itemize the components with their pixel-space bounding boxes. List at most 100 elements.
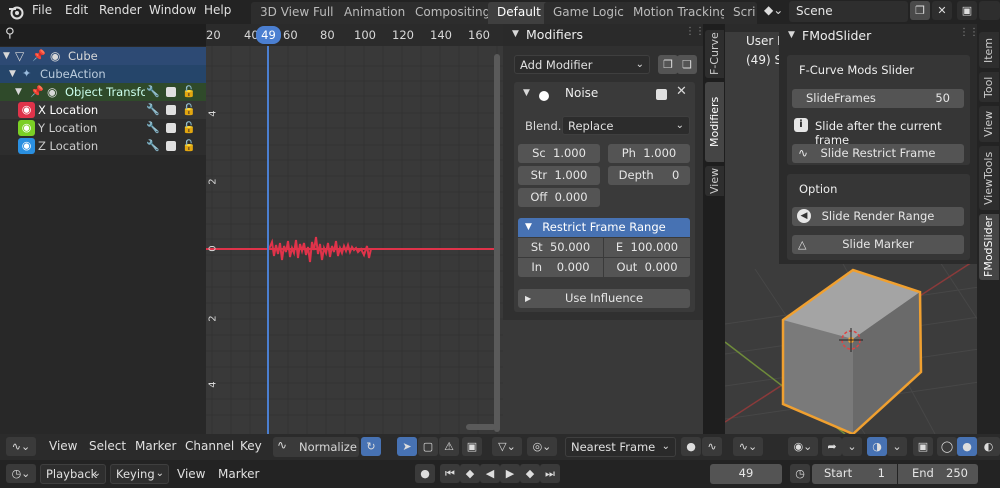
menu-help[interactable]: Help [204,3,231,17]
delete-scene-icon[interactable]: ✕ [932,1,952,20]
tab-animation[interactable]: Animation [335,2,415,24]
enable-checkbox[interactable] [166,87,176,97]
enable-checkbox[interactable] [166,105,176,115]
menu-edit[interactable]: Edit [65,3,88,17]
overlays-icon[interactable]: ◑ [867,437,887,456]
proportional-edit-icon[interactable]: ● [681,437,701,456]
playback-menu[interactable]: Playback ⌄ [40,464,106,484]
channel-row-cube[interactable]: ▼ ▽ 📌 ◉ Cube [0,47,206,65]
slide-restrict-frame-button[interactable]: ∿ Slide Restrict Frame [792,144,964,163]
new-scene-icon[interactable]: ❐ [910,1,930,20]
use-influence-toggle[interactable]: ▶ Use Influence [518,289,690,308]
graph-menu-key[interactable]: Key [240,439,262,453]
keying-menu[interactable]: Keying ⌄ [110,464,169,484]
current-frame-field[interactable]: 49 [710,464,782,484]
scene-selector[interactable]: Scene [789,1,908,22]
channel-row-z-location[interactable]: ◉ Z Location 🔧 🔓 [0,137,206,155]
prev-keyframe-icon[interactable]: ◆ [460,464,480,483]
start-frame-field[interactable]: Start 1 [812,464,897,484]
expand-arrow-icon[interactable]: ▼ [523,88,530,98]
blend-out-field[interactable]: Out 0.000 [604,258,690,277]
wrench-icon[interactable]: 🔧 [146,137,160,155]
tab-compositing[interactable]: Compositing [406,2,500,24]
visibility-eye-icon[interactable]: ◉⌄ [788,437,818,456]
play-icon[interactable]: ▶ [500,464,520,483]
pivot-point-icon[interactable]: ◎⌄ [527,437,557,456]
lock-icon[interactable]: 🔓 [182,137,196,155]
xray-icon[interactable]: ▣ [913,437,933,456]
tab-viewtools[interactable]: ViewTools [979,146,999,210]
menu-render[interactable]: Render [99,3,142,17]
record-icon[interactable]: ● [415,464,435,483]
snap-mode-dropdown[interactable]: Nearest Frame ⌄ [565,437,676,457]
expand-arrow-icon[interactable]: ▼ [9,65,16,83]
expand-arrow-icon[interactable]: ▼ [3,47,10,65]
preview-range-icon[interactable]: ◷ [790,464,810,483]
show-handles-icon[interactable]: ▣ [462,437,482,456]
graph-menu-channel[interactable]: Channel [185,439,234,453]
phase-field[interactable]: Ph 1.000 [608,144,690,163]
delete-modifier-icon[interactable]: ✕ [676,84,687,99]
tab-motion-tracking[interactable]: Motion Tracking [624,2,737,24]
channel-row-action[interactable]: ▼ ✦ CubeAction [0,65,206,83]
gizmo-icon[interactable]: ➦ [822,437,842,456]
play-reverse-icon[interactable]: ◀ [480,464,500,483]
channel-row-y-location[interactable]: ◉ Y Location 🔧 🔓 [0,119,206,137]
normalize-toggle[interactable]: ∿ Normalize [273,437,359,457]
tab-3d-view-full[interactable]: 3D View Full [251,2,343,24]
wrench-icon[interactable]: 🔧 [146,101,160,119]
tab-tool[interactable]: Tool [979,72,999,102]
add-modifier-dropdown[interactable]: Add Modifier ⌄ [514,55,650,74]
visibility-eye-icon[interactable]: ◉ [18,138,35,154]
channel-row-group[interactable]: ▼ 📌 ◉ Object Transform 🔧 🔓 [0,83,206,101]
expand-arrow-icon[interactable]: ▼ [15,83,22,101]
enable-checkbox[interactable] [166,123,176,133]
graph-menu-select[interactable]: Select [89,439,126,453]
scene-icon[interactable]: ◆⌄ [764,3,788,21]
falloff-type-icon[interactable]: ∿⌄ [733,437,763,456]
wrench-icon[interactable]: 🔧 [146,119,160,137]
fmodslider-header[interactable]: ▼ FModSlider ⋮⋮ [779,25,979,47]
filter-icon[interactable]: ▽⌄ [492,437,522,456]
pin-icon[interactable]: 📌 [32,47,46,65]
lock-icon[interactable]: 🔓 [182,119,196,137]
channel-search-bar[interactable]: ⚲ [0,24,206,46]
end-frame-field[interactable]: End 250 [898,464,978,484]
strength-field[interactable]: Str 1.000 [518,166,600,185]
graph-menu-marker[interactable]: Marker [135,439,176,453]
timeline-menu-marker[interactable]: Marker [218,467,259,481]
tab-fmodslider[interactable]: FModSlider [979,214,999,280]
solid-shading-icon[interactable]: ● [957,437,977,456]
slide-marker-button[interactable]: △ Slide Marker [792,235,964,254]
depth-field[interactable]: Depth 0 [608,166,690,185]
visibility-eye-icon[interactable]: ◉ [47,83,57,101]
enable-checkbox[interactable] [166,141,176,151]
tab-view[interactable]: View [705,166,724,196]
tab-scripting[interactable]: Scri [724,2,758,24]
current-frame-indicator[interactable]: 49 [256,26,281,44]
only-selected-icon[interactable]: ⚠ [439,437,459,456]
tab-modifiers[interactable]: Modifiers [705,82,724,162]
timeline-menu-view[interactable]: View [177,467,205,481]
jump-end-icon[interactable]: ⏭ [540,464,560,483]
blend-in-field[interactable]: In 0.000 [518,258,603,277]
wrench-icon[interactable]: 🔧 [146,83,160,101]
visibility-eye-icon[interactable]: ◉ [18,120,35,136]
falloff-icon[interactable]: ∿ [702,437,722,456]
auto-normalize-icon[interactable]: ↻ [361,437,381,456]
copy-modifiers-icon[interactable]: ❐ [658,55,678,74]
visibility-eye-icon[interactable]: ◉ [18,102,35,118]
view-layer-name[interactable] [979,1,1000,20]
offset-field[interactable]: Off 0.000 [518,188,600,207]
view-layer-icon[interactable]: ▣ [957,1,977,20]
drag-handle-icon[interactable]: ⋮⋮ [959,27,979,38]
tab-game-logic[interactable]: Game Logic [544,2,633,24]
paste-modifiers-icon[interactable]: ❏ [677,55,697,74]
3d-viewport[interactable]: User Pe (49) Sc ▼ FModSlider ⋮⋮ F-Curve … [725,24,1000,434]
graph-menu-view[interactable]: View [49,439,77,453]
select-cursor-icon[interactable]: ➤ [397,437,417,456]
jump-start-icon[interactable]: ⏮ [440,464,460,483]
wireframe-shading-icon[interactable]: ◯ [937,437,957,456]
editor-type-icon[interactable]: ∿⌄ [6,437,36,456]
tab-f-curve[interactable]: F-Curve [705,30,724,78]
